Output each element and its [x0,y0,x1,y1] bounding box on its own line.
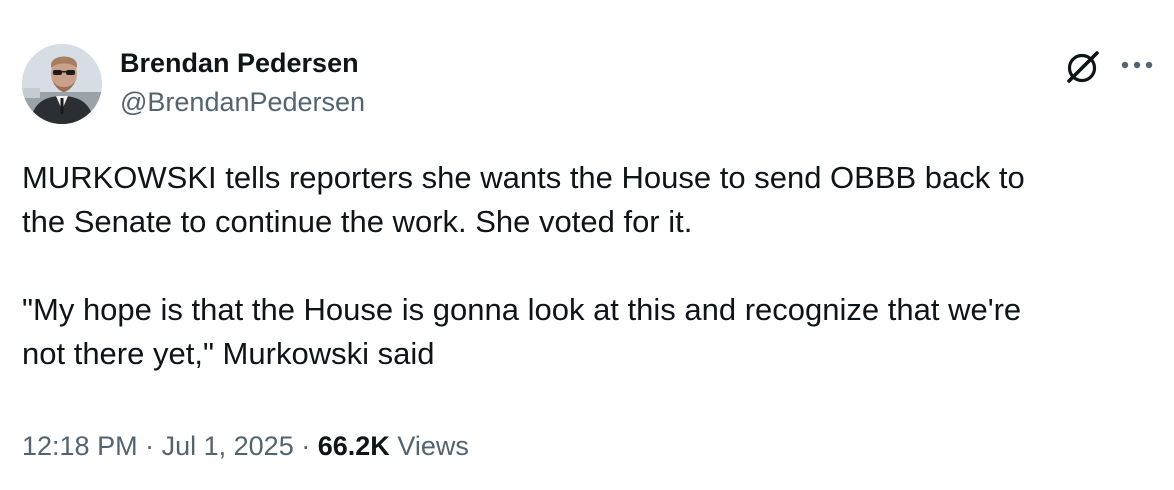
author-display-name[interactable]: Brendan Pedersen [120,46,365,80]
meta-separator: · [145,431,155,461]
more-options-icon[interactable] [1117,50,1157,80]
author-info: Brendan Pedersen @BrendanPedersen [120,46,365,119]
tweet-date: Jul 1, 2025 [161,431,294,461]
tweet-text: MURKOWSKI tells reporters she wants the … [22,156,1162,376]
tweet-paragraph: MURKOWSKI tells reporters she wants the … [22,160,1025,239]
avatar-photo-icon [22,44,102,124]
tweet-meta: 12:18 PM · Jul 1, 2025 · 66.2K Views [22,428,469,464]
tweet-time-link[interactable]: 12:18 PM [22,431,138,461]
grok-icon[interactable] [1064,48,1102,86]
tweet-paragraph: "My hope is that the House is gonna look… [22,292,1022,371]
author-handle[interactable]: @BrendanPedersen [120,85,365,119]
tweet-card: Brendan Pedersen @BrendanPedersen MURKOW… [0,0,1174,490]
avatar[interactable] [22,44,102,124]
tweet-date-link[interactable]: Jul 1, 2025 [162,431,294,461]
views-label: Views [397,431,469,461]
tweet-time: 12:18 PM [22,431,138,461]
views-count: 66.2K [317,431,390,461]
meta-separator: · [301,431,311,461]
